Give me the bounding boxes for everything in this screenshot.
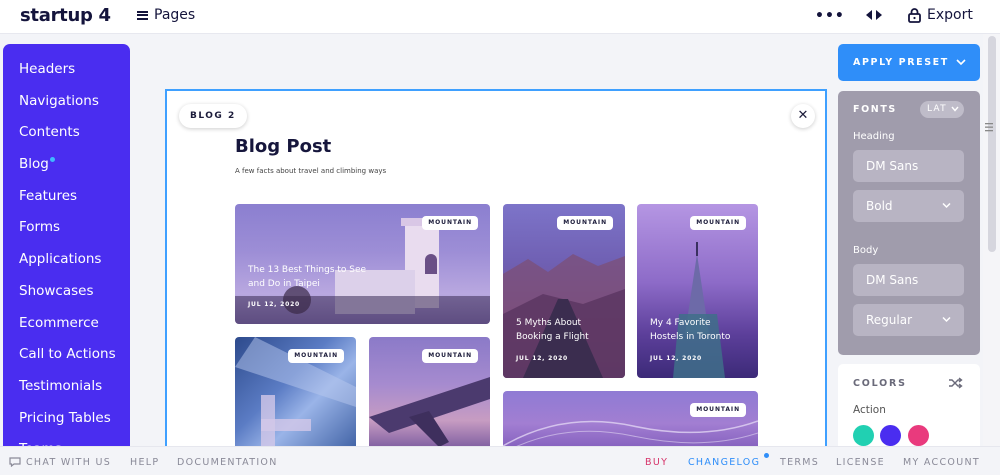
footer-link-my-account[interactable]: MY ACCOUNT: [903, 457, 980, 468]
card-date: JUL 12, 2020: [516, 355, 569, 362]
heading-weight-select[interactable]: Bold: [853, 190, 964, 222]
block-name-tag: BLOG 2: [179, 104, 247, 128]
footer-link-chat[interactable]: CHAT WITH US: [26, 457, 111, 468]
body-label: Body: [853, 245, 879, 256]
footer-bar: CHAT WITH US HELP DOCUMENTATION BUY CHAN…: [0, 446, 1000, 475]
menu-icon: [137, 10, 148, 20]
export-label: Export: [927, 7, 973, 23]
category-badge: MOUNTAIN: [422, 216, 478, 230]
lock-icon: [908, 7, 921, 23]
grip-icon: [985, 123, 993, 132]
category-badge: MOUNTAIN: [690, 216, 746, 230]
chevron-down-icon: [942, 202, 951, 209]
blog-card[interactable]: MOUNTAIN 5 Myths About Booking a Flight …: [503, 204, 625, 378]
category-badge: MOUNTAIN: [557, 216, 613, 230]
blog-subtitle: A few facts about travel and climbing wa…: [235, 167, 387, 175]
category-badge: MOUNTAIN: [288, 349, 344, 363]
sidebar-item-headers[interactable]: Headers: [3, 59, 130, 91]
sidebar-item-showcases[interactable]: Showcases: [3, 281, 130, 313]
sidebar-item-applications[interactable]: Applications: [3, 249, 130, 281]
close-block-button[interactable]: ✕: [791, 104, 815, 128]
toronto-tower-image: [673, 242, 725, 378]
sidebar-item-call-to-actions[interactable]: Call to Actions: [3, 344, 130, 376]
heading-label: Heading: [853, 131, 895, 142]
heading-font-select[interactable]: DM Sans: [853, 150, 964, 182]
more-options-icon[interactable]: •••: [815, 8, 845, 24]
blog-card[interactable]: MOUNTAIN The 13 Best Things to See and D…: [235, 204, 490, 324]
apply-preset-button[interactable]: APPLY PRESET: [838, 44, 980, 81]
card-title[interactable]: My 4 Favorite Hostels in Toronto: [650, 316, 730, 344]
shuffle-icon[interactable]: [948, 377, 963, 389]
export-button[interactable]: Export: [908, 7, 973, 23]
sidebar-item-navigations[interactable]: Navigations: [3, 91, 130, 123]
sidebar-item-pricing-tables[interactable]: Pricing Tables: [3, 408, 130, 440]
top-bar: startup 4 Pages ••• Export: [0, 0, 1000, 34]
changelog-new-dot: [764, 453, 769, 458]
sidebar-item-blog[interactable]: Blog: [3, 154, 130, 186]
bridge-image: [503, 420, 758, 452]
scrollbar-thumb[interactable]: [988, 36, 996, 252]
colors-label: COLORS: [853, 378, 907, 389]
block-preview-canvas[interactable]: BLOG 2 ✕ Blog Post A few facts about tra…: [165, 89, 827, 454]
chevron-down-icon: [956, 59, 966, 66]
pages-label: Pages: [154, 7, 196, 23]
color-swatch-teal[interactable]: [853, 425, 874, 446]
color-swatch-indigo[interactable]: [880, 425, 901, 446]
chevron-down-icon: [951, 106, 959, 112]
chat-icon[interactable]: [9, 457, 21, 467]
code-toggle-icon[interactable]: [866, 9, 882, 21]
fonts-panel: FONTS LAT Heading DM Sans Bold Body DM S…: [838, 91, 980, 355]
sidebar-item-contents[interactable]: Contents: [3, 122, 130, 154]
app-logo[interactable]: startup 4: [20, 5, 111, 26]
footer-link-license[interactable]: LICENSE: [836, 457, 885, 468]
active-dot-indicator: [49, 157, 55, 163]
card-title[interactable]: The 13 Best Things to See and Do in Taip…: [248, 263, 366, 291]
sidebar-item-features[interactable]: Features: [3, 186, 130, 218]
blog-card[interactable]: MOUNTAIN: [235, 337, 356, 452]
blog-card[interactable]: MOUNTAIN: [503, 391, 758, 452]
blog-card[interactable]: MOUNTAIN: [369, 337, 490, 452]
card-title[interactable]: 5 Myths About Booking a Flight: [516, 316, 589, 344]
sidebar-item-testimonials[interactable]: Testimonials: [3, 376, 130, 408]
footer-link-changelog[interactable]: CHANGELOG: [688, 457, 760, 468]
footer-link-help[interactable]: HELP: [130, 457, 159, 468]
font-charset-select[interactable]: LAT: [920, 101, 964, 118]
fonts-label: FONTS: [853, 104, 897, 115]
card-date: JUL 12, 2020: [650, 355, 703, 362]
body-font-select[interactable]: DM Sans: [853, 264, 964, 296]
chevron-down-icon: [942, 316, 951, 323]
category-badge: MOUNTAIN: [690, 403, 746, 417]
footer-link-documentation[interactable]: DOCUMENTATION: [177, 457, 278, 468]
card-date: JUL 12, 2020: [248, 301, 301, 308]
body-weight-select[interactable]: Regular: [853, 304, 964, 336]
block-category-sidebar: Headers Navigations Contents Blog Featur…: [3, 44, 130, 454]
footer-link-terms[interactable]: TERMS: [780, 457, 819, 468]
sidebar-item-ecommerce[interactable]: Ecommerce: [3, 313, 130, 345]
sidebar-item-forms[interactable]: Forms: [3, 217, 130, 249]
canyon-road-image: [503, 254, 625, 378]
category-badge: MOUNTAIN: [422, 349, 478, 363]
action-color-label: Action: [853, 404, 886, 416]
color-swatch-pink[interactable]: [908, 425, 929, 446]
footer-link-buy[interactable]: BUY: [645, 457, 668, 468]
blog-card[interactable]: MOUNTAIN My 4 Favorite Hostels in Toront…: [637, 204, 758, 378]
blog-title: Blog Post: [235, 136, 332, 157]
pages-menu-button[interactable]: Pages: [137, 7, 195, 23]
